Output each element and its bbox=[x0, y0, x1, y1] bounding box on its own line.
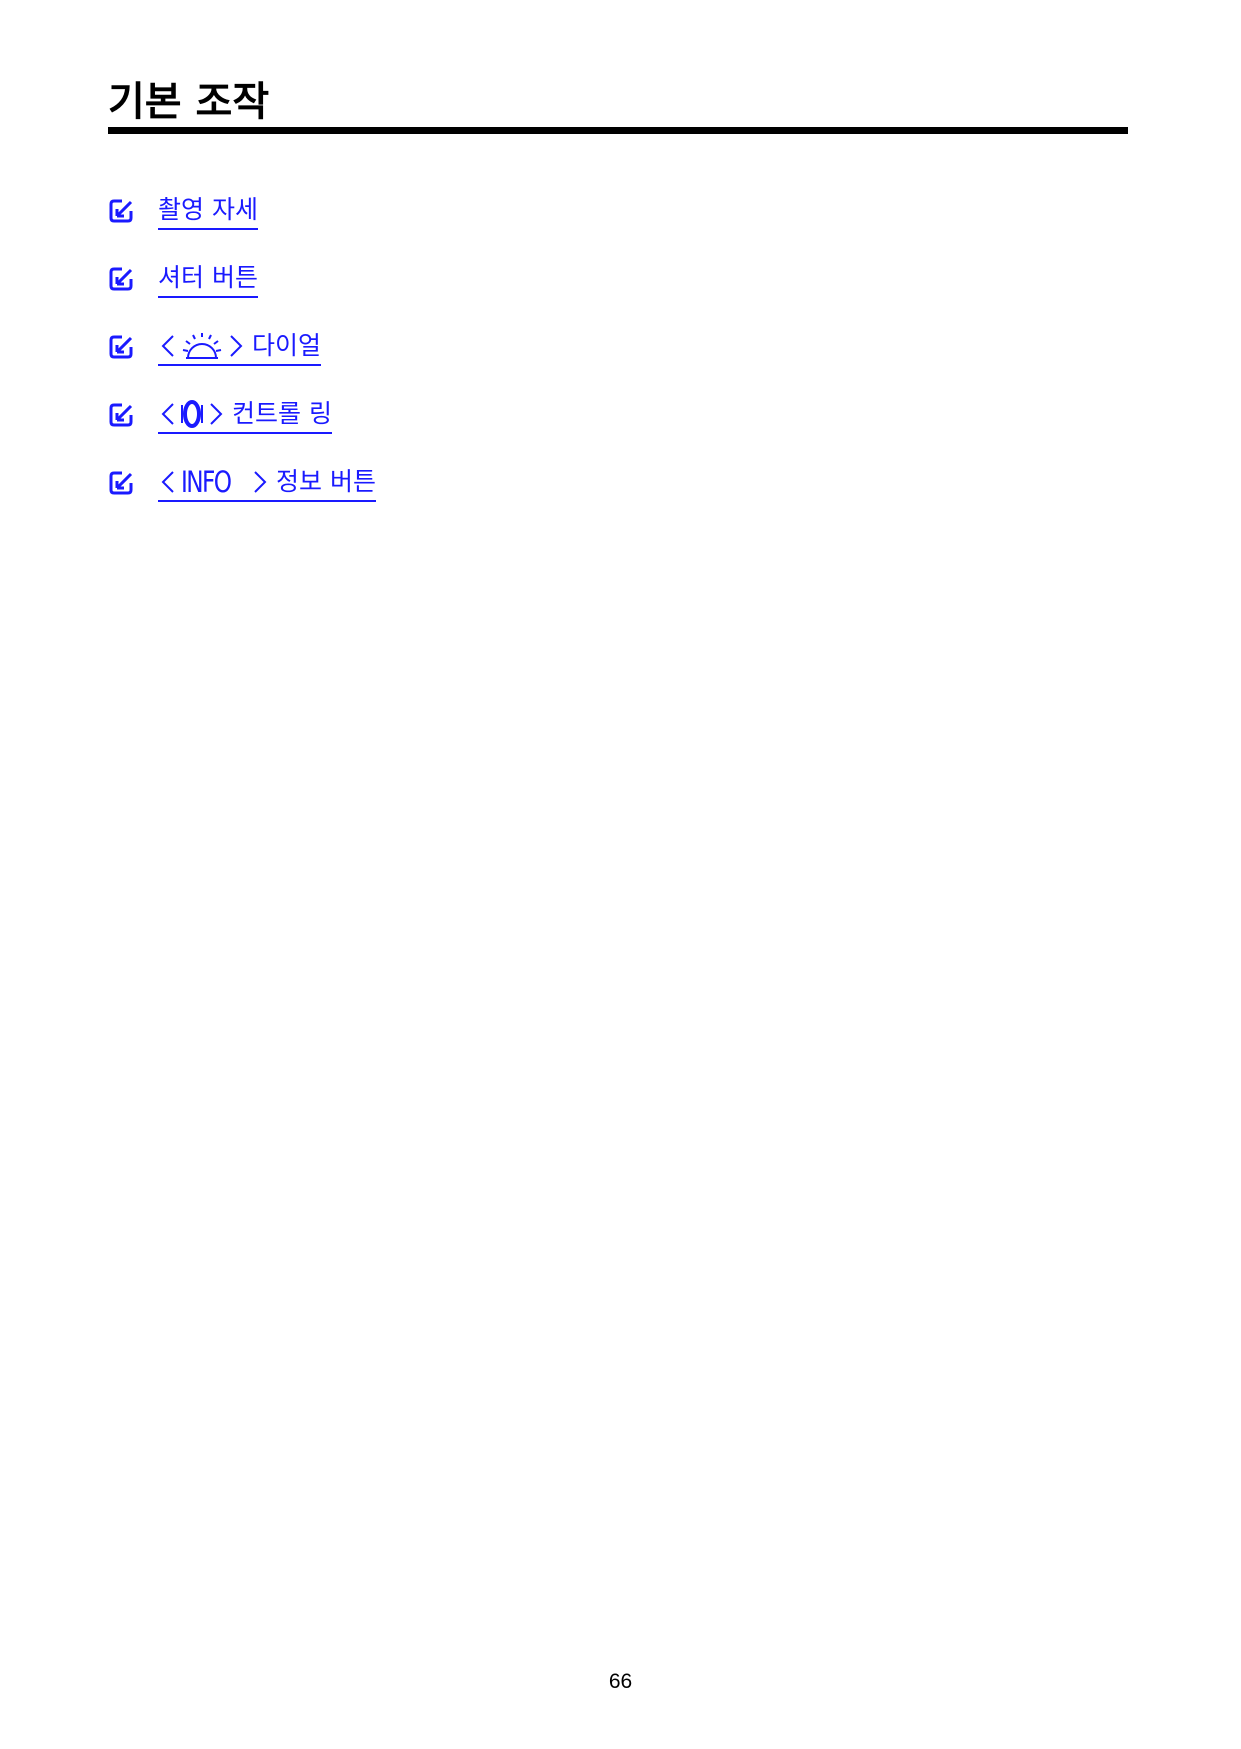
list-item: 셔터 버튼 bbox=[108, 258, 376, 300]
close-bracket-icon bbox=[210, 402, 223, 425]
list-item: INFO 정보 버튼 bbox=[108, 462, 376, 504]
check-box-icon bbox=[109, 267, 133, 291]
check-box-icon bbox=[109, 335, 133, 359]
title-rule bbox=[108, 127, 1128, 134]
link-label: 컨트롤 링 bbox=[232, 398, 332, 428]
page-number: 66 bbox=[608, 1670, 633, 1693]
main-dial-icon bbox=[182, 332, 222, 359]
link-shutter-button[interactable]: 셔터 버튼 bbox=[158, 261, 258, 298]
check-box-icon bbox=[109, 471, 133, 495]
link-main-dial[interactable]: 다이얼 bbox=[158, 329, 322, 366]
open-bracket-icon bbox=[161, 470, 174, 493]
list-item: 컨트롤 링 bbox=[108, 394, 376, 436]
link-label: 촬영 자세 bbox=[158, 194, 258, 224]
link-control-ring[interactable]: 컨트롤 링 bbox=[158, 397, 332, 434]
open-bracket-icon bbox=[161, 402, 174, 425]
link-list: 촬영 자세 셔터 버튼 다이얼 컨트롤 링 INFO 정보 버튼 bbox=[108, 190, 376, 530]
check-box-icon bbox=[109, 199, 133, 223]
close-bracket-icon bbox=[230, 334, 243, 357]
close-bracket-icon bbox=[254, 470, 267, 493]
page-title: 기본 조작 bbox=[108, 79, 270, 125]
list-item: 촬영 자세 bbox=[108, 190, 376, 232]
link-label: 셔터 버튼 bbox=[158, 262, 258, 292]
info-button-label: INFO bbox=[181, 464, 232, 499]
link-label: 다이얼 bbox=[252, 330, 322, 360]
check-box-icon bbox=[109, 403, 133, 427]
link-shooting-posture[interactable]: 촬영 자세 bbox=[158, 193, 258, 230]
link-label: 정보 버튼 bbox=[276, 466, 376, 496]
open-bracket-icon bbox=[161, 334, 174, 357]
link-info-button[interactable]: INFO 정보 버튼 bbox=[158, 465, 376, 502]
list-item: 다이얼 bbox=[108, 326, 376, 368]
control-ring-icon bbox=[181, 399, 203, 428]
